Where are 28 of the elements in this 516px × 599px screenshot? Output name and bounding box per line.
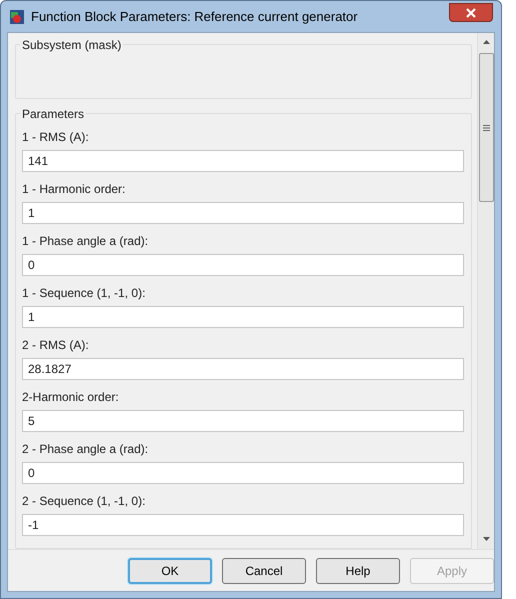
parameter-label: 2 - Sequence (1, -1, 0): [22,493,146,510]
dialog-button[interactable]: OK [128,558,212,584]
parameter-label: 1 - Phase angle a (rad): [22,233,150,250]
scroll-down-icon [482,537,490,541]
dialog-button[interactable]: Help [316,558,400,584]
parameter-field[interactable]: 28.1827 [22,358,464,380]
close-icon [466,8,476,18]
parameter-field[interactable]: 5 [22,410,464,432]
dialog-button[interactable]: Cancel [222,558,306,584]
grip-icon [482,124,490,130]
window-title: Function Block Parameters: Reference current generator [31,8,358,26]
parameter-field[interactable]: 1 [22,306,464,328]
parameter-field[interactable]: 0 [22,462,464,484]
scrollbar[interactable] [477,33,494,549]
parameter-label: 2 - Phase angle a (rad): [22,441,150,458]
parameter-field[interactable]: 141 [22,150,464,172]
parameter-field[interactable]: 0 [22,254,464,276]
scroll-thumb[interactable] [478,53,494,202]
parameter-label: 1 - Harmonic order: [22,181,126,198]
parameter-field[interactable]: -1 [22,514,464,536]
app-icon [9,8,25,24]
scroll-up-icon [482,40,490,44]
parameter-label: 1 - Sequence (1, -1, 0): [22,285,146,302]
parameter-label: 1 - RMS (A): [22,129,90,146]
close-button[interactable] [449,3,493,22]
parameter-field[interactable]: 1 [22,202,464,224]
parameter-label: 2 - RMS (A): [22,337,90,354]
parameter-label: 2-Harmonic order: [22,389,120,406]
